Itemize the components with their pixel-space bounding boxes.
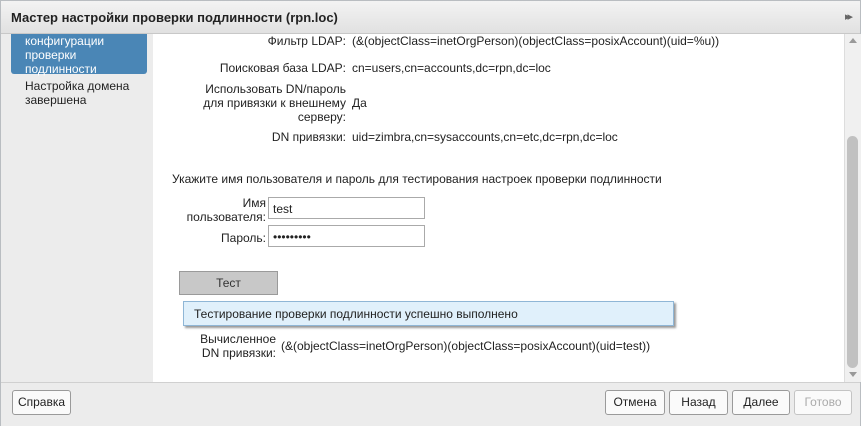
finish-button[interactable]: Готово [794,390,852,415]
dialog-title: Мастер настройки проверки подлинности (r… [11,10,338,25]
wizard-content: Фильтр LDAP: (&(objectClass=inetOrgPerso… [154,34,844,382]
sidebar-item-label: Настройка домена завершена [25,79,130,107]
help-button[interactable]: Справка [12,390,71,415]
password-input[interactable]: ••••••••• [268,225,425,247]
bind-dn-label: DN привязки: [271,130,346,144]
scrollbar-thumb[interactable] [847,136,858,368]
ldap-search-base-label: Поисковая база LDAP: [219,61,346,75]
scroll-up-icon[interactable] [849,38,857,43]
sidebar-item-auth-config[interactable]: конфигурации проверки подлинности [11,34,147,76]
ldap-filter-value: (&(objectClass=inetOrgPerson)(objectClas… [352,34,720,48]
sidebar-item-domain-complete[interactable]: Настройка домена завершена [25,79,143,107]
status-message: Тестирование проверки подлинности успешн… [183,301,674,326]
ldap-search-base-value: cn=users,cn=accounts,dc=rpn,dc=loc [352,61,551,75]
wizard-dialog: Мастер настройки проверки подлинности (r… [0,0,861,426]
wizard-sidebar: конфигурации проверки подлинности Настро… [1,34,153,382]
sidebar-item-label: конфигурации проверки подлинности [25,34,105,76]
expand-icon[interactable]: ▸▸ [845,10,853,23]
title-bar: Мастер настройки проверки подлинности (r… [1,1,860,34]
cancel-button[interactable]: Отмена [605,390,665,415]
bind-dn-value: uid=zimbra,cn=sysaccounts,cn=etc,dc=rpn,… [352,130,618,144]
password-label: Пароль: [221,231,266,245]
back-button[interactable]: Назад [669,390,728,415]
scroll-down-icon[interactable] [849,372,857,377]
ldap-filter-label: Фильтр LDAP: [267,34,346,48]
username-label: Имя пользователя: [186,196,266,224]
content-scrollbar[interactable] [844,34,861,382]
username-input[interactable]: test [268,197,425,219]
computed-dn-label: Вычисленное DN привязки: [200,332,276,360]
test-instructions: Укажите имя пользователя и пароль для те… [172,172,662,186]
use-bind-dn-label: Использовать DN/пароль для привязки к вн… [203,82,346,124]
next-button[interactable]: Далее [732,390,790,415]
dialog-footer: Справка Отмена Назад Далее Готово [1,382,860,426]
use-bind-dn-value: Да [352,96,367,110]
test-button[interactable]: Тест [179,271,278,295]
computed-dn-value: (&(objectClass=inetOrgPerson)(objectClas… [281,339,651,353]
